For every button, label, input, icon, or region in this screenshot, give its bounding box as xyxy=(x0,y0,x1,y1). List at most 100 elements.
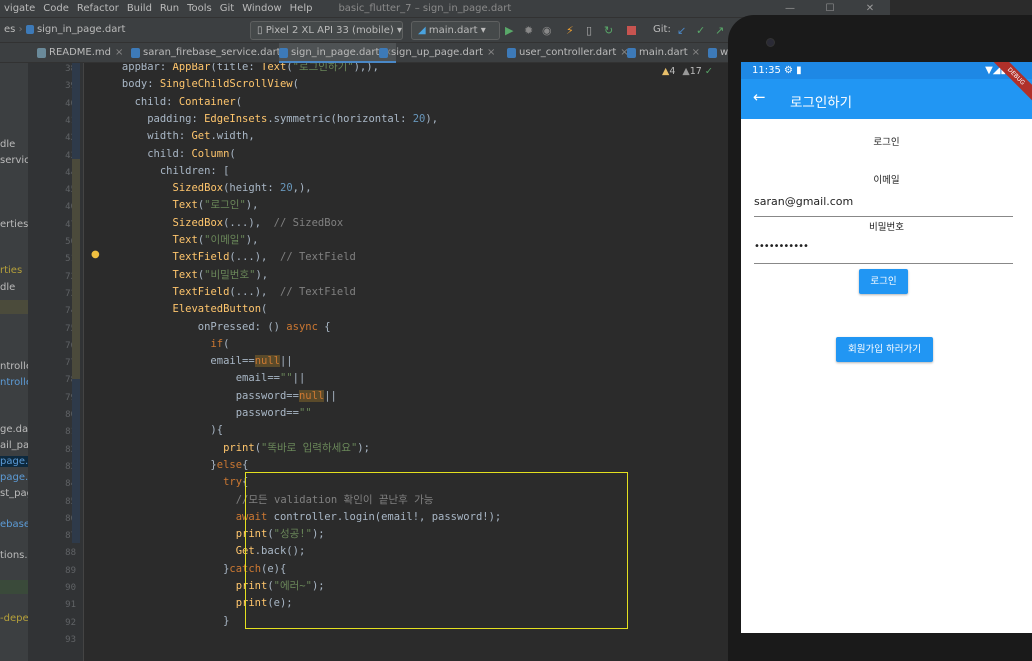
code-line: ){ xyxy=(84,424,224,437)
hot-reload-icon[interactable]: ⚡ xyxy=(566,24,574,37)
tab-readme[interactable]: README.md × xyxy=(37,43,123,63)
line-number: 86 xyxy=(65,513,76,524)
debug-icon[interactable]: ✹ xyxy=(524,24,533,37)
code-line: child: Column( xyxy=(84,147,236,160)
password-field[interactable]: ••••••••••• xyxy=(754,241,1013,264)
tab-user-controller[interactable]: user_controller.dart × xyxy=(507,43,629,63)
project-item[interactable]: dle xyxy=(0,139,15,150)
menu-code[interactable]: Code xyxy=(39,3,73,14)
menu-refactor[interactable]: Refactor xyxy=(73,3,123,14)
line-number: 47 xyxy=(65,219,76,230)
tab-sign-up-page[interactable]: sign_up_page.dart × xyxy=(379,43,495,63)
code-line: SizedBox(...), // SizedBox xyxy=(172,216,344,229)
git-label: Git: xyxy=(653,24,671,35)
email-field[interactable]: saran@gmail.com xyxy=(754,195,1013,217)
code-line: ElevatedButton( xyxy=(172,303,268,316)
close-icon[interactable]: × xyxy=(487,47,495,58)
line-number: 74 xyxy=(65,306,76,317)
menu-tools[interactable]: Tools xyxy=(183,3,216,14)
line-number: 51 xyxy=(65,254,76,265)
dart-file-icon xyxy=(507,48,516,58)
arrow-back-icon[interactable]: ← xyxy=(753,88,766,106)
menu-run[interactable]: Run xyxy=(156,3,183,14)
menu-window[interactable]: Window xyxy=(238,3,285,14)
tab-label: README.md xyxy=(49,47,112,58)
chevron-down-icon: ▾ xyxy=(393,25,402,36)
line-number: 75 xyxy=(65,323,76,334)
device-manager-icon[interactable]: ▯ xyxy=(586,24,592,37)
flutter-icon: ◢ xyxy=(418,25,429,36)
project-item[interactable]: page.d xyxy=(0,472,28,483)
project-item[interactable]: st_pag xyxy=(0,488,28,499)
weak-warning-icon: ▲ xyxy=(682,66,690,77)
line-number: 46 xyxy=(65,202,76,213)
project-item[interactable]: ge.dar xyxy=(0,424,28,435)
line-number: 79 xyxy=(65,392,76,403)
close-icon[interactable]: × xyxy=(692,47,700,58)
run-config-selector[interactable]: ◢ main.dart ▾ xyxy=(411,21,500,40)
screen-root: { "menu": ["vigate","Code","Refactor","B… xyxy=(0,0,1032,661)
menu-help[interactable]: Help xyxy=(286,3,317,14)
line-number: 72 xyxy=(65,271,76,282)
line-gutter: 38 39 40 41 42 43 44 45 46 47 50 51 72 73 74 75 76 77 78 79… xyxy=(28,63,84,661)
login-button[interactable]: 로그인 xyxy=(859,269,908,294)
change-marker xyxy=(72,159,80,379)
code-line: email==null|| xyxy=(84,355,293,368)
code-line: appBar: AppBar(title: Text("로그인하기"),), xyxy=(84,63,379,73)
breadcrumb: es › sign_in_page.dart xyxy=(4,24,126,35)
inspection-widget[interactable]: ▲4 ▲17 ✓ xyxy=(662,66,713,77)
menu-navigate[interactable]: vigate xyxy=(0,3,39,14)
breadcrumb-tail[interactable]: es xyxy=(4,24,15,35)
run-icon[interactable]: ▶ xyxy=(505,24,513,37)
highlight-box xyxy=(245,472,628,629)
project-item[interactable]: page.d xyxy=(0,456,28,467)
menu-git[interactable]: Git xyxy=(216,3,238,14)
appbar-title: 로그인하기 xyxy=(790,95,853,111)
tab-label: saran_firebase_service.dart xyxy=(143,47,281,58)
line-number: 77 xyxy=(65,358,76,369)
tab-main[interactable]: main.dart × xyxy=(627,43,700,63)
markdown-file-icon xyxy=(37,48,46,58)
hot-restart-icon[interactable]: ↻ xyxy=(604,24,613,37)
project-panel: dle servic erties rties dle ntroller ntr… xyxy=(0,63,28,661)
phone-screen: 11:35 ⚙ ▮ ▼◢▮ ← 로그인하기 DEBUG 로그인 이메일 sara… xyxy=(741,62,1032,633)
breadcrumb-file[interactable]: sign_in_page.dart xyxy=(37,24,125,35)
tab-overflow[interactable]: w xyxy=(708,43,728,63)
status-time: 11:35 xyxy=(752,65,781,76)
dart-file-icon xyxy=(131,48,140,58)
signup-button[interactable]: 회원가입 하러가기 xyxy=(836,337,933,362)
project-item[interactable]: rties xyxy=(0,265,22,276)
line-number: 90 xyxy=(65,583,76,593)
device-selector[interactable]: ▯ Pixel 2 XL API 33 (mobile) ▾ xyxy=(250,21,403,40)
project-item[interactable]: tions.d xyxy=(0,550,28,561)
line-number: 45 xyxy=(65,185,76,196)
project-item[interactable]: ail_pa xyxy=(0,440,28,451)
dart-file-icon xyxy=(708,48,717,58)
line-number: 83 xyxy=(65,461,76,472)
project-item[interactable]: ntroller xyxy=(0,377,28,388)
project-item[interactable]: -deper xyxy=(0,613,28,624)
tab-saran-firebase-service[interactable]: saran_firebase_service.dart× xyxy=(131,43,293,63)
code-line: password=="" xyxy=(84,407,312,419)
git-commit-icon[interactable]: ✓ xyxy=(696,24,705,37)
profile-icon[interactable]: ◉ xyxy=(542,24,552,37)
project-item[interactable]: dle xyxy=(0,282,15,293)
git-update-icon[interactable]: ↙ xyxy=(677,24,686,37)
camera-icon xyxy=(766,38,775,47)
menu-build[interactable]: Build xyxy=(123,3,156,14)
line-number: 76 xyxy=(65,340,76,351)
line-number: 44 xyxy=(65,167,76,178)
bulb-icon[interactable]: ● xyxy=(91,249,100,260)
line-number: 38 xyxy=(65,64,76,74)
line-number: 41 xyxy=(65,115,76,126)
project-item[interactable]: ebase xyxy=(0,519,28,530)
selected-row xyxy=(0,300,28,314)
close-icon[interactable]: × xyxy=(115,47,123,58)
project-item[interactable]: servic xyxy=(0,155,28,166)
stop-icon[interactable] xyxy=(627,26,636,35)
project-item[interactable]: erties xyxy=(0,219,28,230)
device-label: Pixel 2 XL API 33 (mobile) xyxy=(265,25,394,36)
weak-warning-count: 17 xyxy=(689,66,702,77)
project-item[interactable]: ntroller xyxy=(0,361,28,372)
git-push-icon[interactable]: ↗ xyxy=(715,24,724,37)
